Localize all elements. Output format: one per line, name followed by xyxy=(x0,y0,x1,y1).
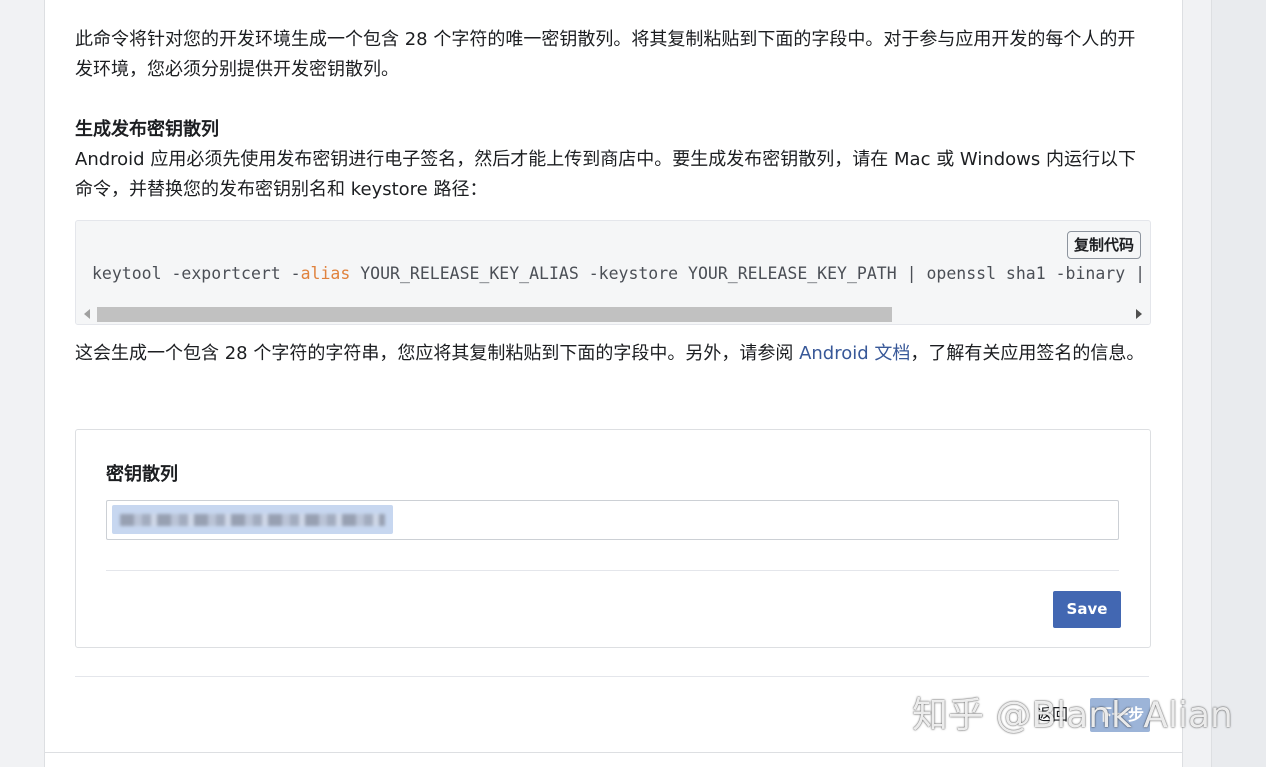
code-prefix: keytool -exportcert - xyxy=(92,264,301,283)
followup-text-after: ，了解有关应用签名的信息。 xyxy=(910,343,1145,364)
save-button[interactable]: Save xyxy=(1053,591,1121,628)
code-block: 复制代码 keytool -exportcert -alias YOUR_REL… xyxy=(75,220,1151,325)
key-hash-card: 密钥散列 Save xyxy=(75,429,1151,648)
scroll-thumb[interactable] xyxy=(97,307,892,322)
horizontal-scrollbar[interactable] xyxy=(76,305,1150,324)
code-suffix: YOUR_RELEASE_KEY_ALIAS -keystore YOUR_RE… xyxy=(360,264,1150,283)
followup-text: 这会生成一个包含 28 个字符的字符串，您应将其复制粘贴到下面的字段中。另外，请… xyxy=(75,339,1150,369)
key-hash-input[interactable] xyxy=(106,500,1119,540)
android-docs-link[interactable]: Android 文档 xyxy=(799,343,910,364)
code-keyword: alias xyxy=(300,264,351,283)
bottom-divider xyxy=(44,752,1183,753)
next-button[interactable]: 下一步 xyxy=(1090,698,1150,732)
card-divider xyxy=(106,570,1119,571)
scroll-left-icon[interactable] xyxy=(84,309,90,319)
scroll-right-icon[interactable] xyxy=(1136,309,1142,319)
redacted-key-hash xyxy=(120,514,385,526)
key-hash-label: 密钥散列 xyxy=(106,464,178,485)
right-rail xyxy=(1211,0,1266,767)
intro-text: 此命令将针对您的开发环境生成一个包含 28 个字符的唯一密钥散列。将其复制粘贴到… xyxy=(75,29,1136,80)
back-button[interactable]: 返回 xyxy=(1024,698,1080,732)
code-command[interactable]: keytool -exportcert -alias YOUR_RELEASE_… xyxy=(92,263,1150,285)
copy-code-button[interactable]: 复制代码 xyxy=(1066,231,1141,259)
release-key-heading: 生成发布密钥散列 xyxy=(75,119,219,140)
followup-text-before: 这会生成一个包含 28 个字符的字符串，您应将其复制粘贴到下面的字段中。另外，请… xyxy=(75,343,800,364)
selected-text-highlight xyxy=(112,505,393,534)
release-key-description: Android 应用必须先使用发布密钥进行电子签名，然后才能上传到商店中。要生成… xyxy=(75,149,1137,200)
page-divider xyxy=(75,676,1149,677)
